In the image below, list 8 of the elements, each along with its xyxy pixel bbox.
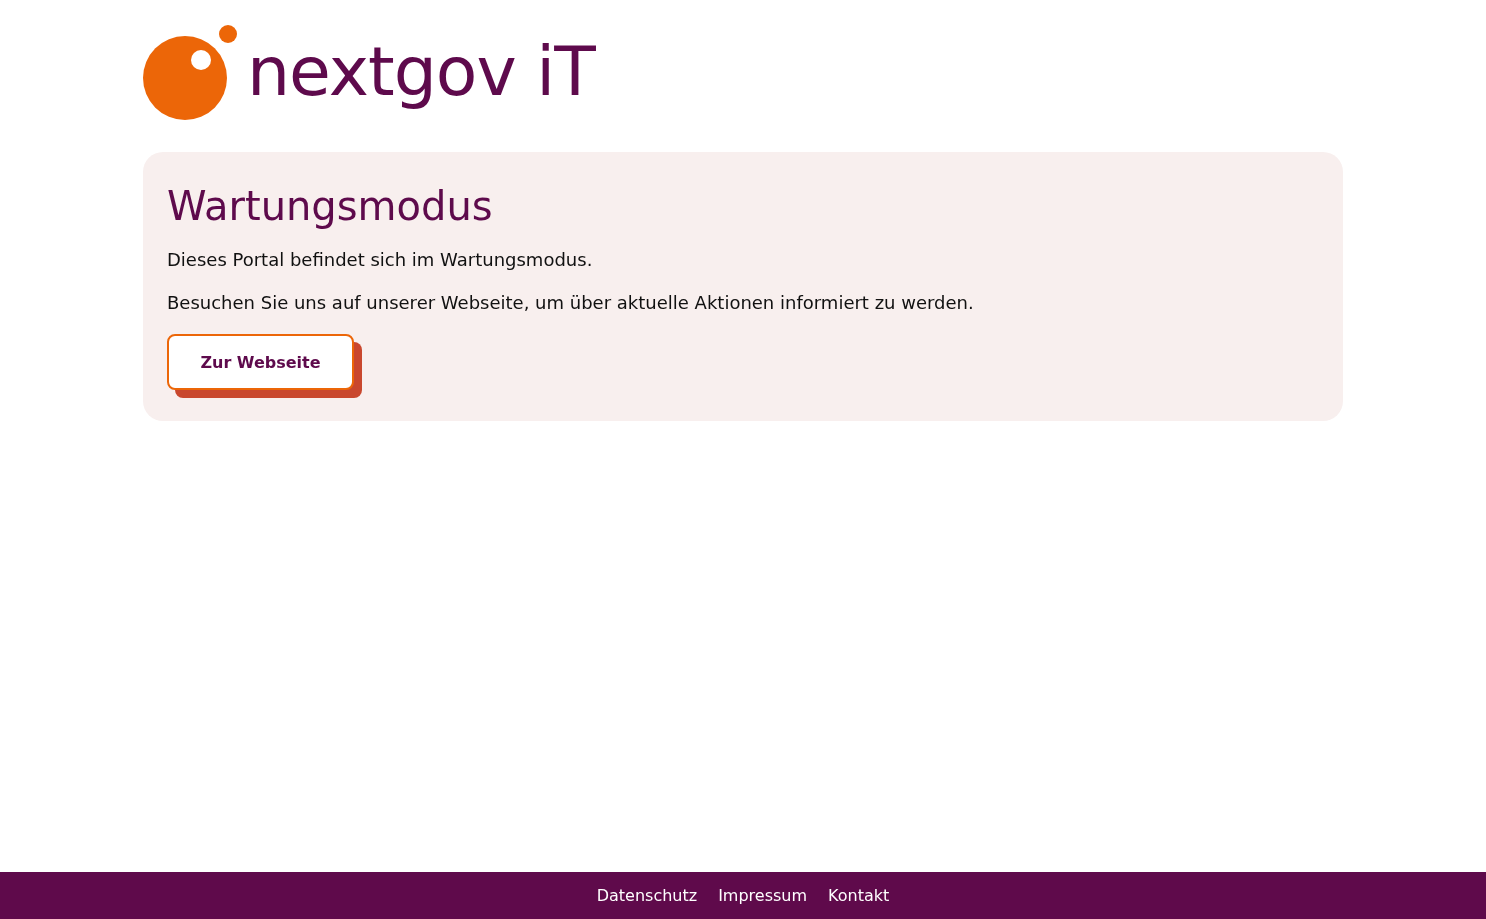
footer-link[interactable]: Impressum — [718, 886, 808, 905]
page-title: Wartungsmodus — [167, 182, 494, 230]
logo-text: nextgov iT — [247, 38, 595, 113]
logo-circle-icon — [143, 24, 239, 120]
paragraph: Besuchen Sie uns auf unserer Webseite, um über aktuelle Aktionen informiert zu werden. — [167, 291, 975, 314]
paragraph: Dieses Portal befindet sich im Wartungsmodus. — [167, 248, 594, 271]
footer-link[interactable]: Kontakt — [828, 886, 890, 905]
footer-link[interactable]: Datenschutz — [596, 886, 698, 905]
